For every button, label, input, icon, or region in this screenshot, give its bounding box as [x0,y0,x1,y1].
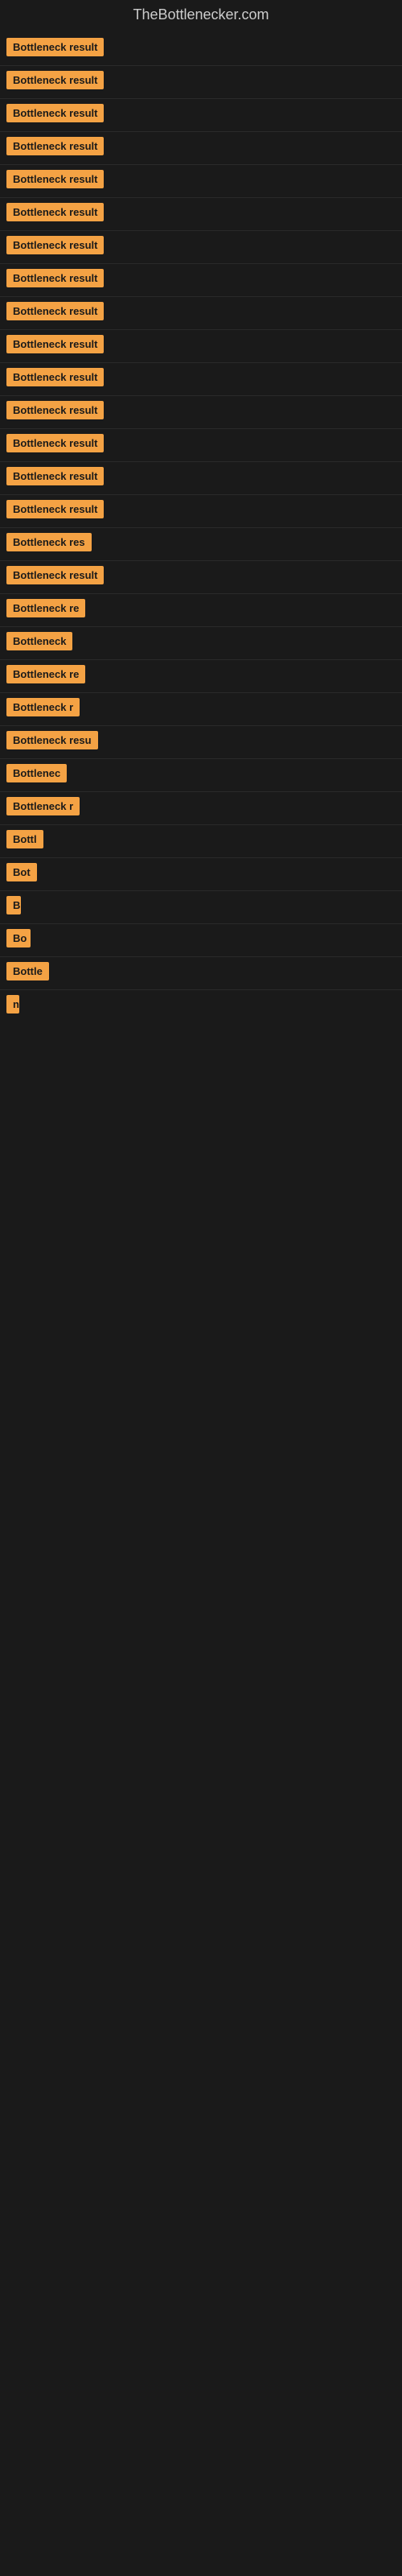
row-divider [0,263,402,264]
bottleneck-badge: Bottleneck r [6,698,80,716]
bottleneck-badge: Bottleneck [6,632,72,650]
list-item: B [6,896,396,919]
list-item: Bottleneck re [6,665,396,687]
list-item: Bottleneck result [6,467,396,489]
site-header: TheBottlenecker.com [0,0,402,27]
bottleneck-badge: Bottleneck result [6,203,104,221]
bottleneck-badge: Bottleneck res [6,533,92,551]
row-divider [0,758,402,759]
list-item: Bottleneck result [6,566,396,588]
list-item: Bottleneck result [6,302,396,324]
row-divider [0,989,402,990]
row-divider [0,527,402,528]
list-item: Bottleneck result [6,335,396,357]
bottleneck-badge: Bottl [6,830,43,848]
bottleneck-badge: Bottleneck result [6,368,104,386]
row-divider [0,593,402,594]
list-item: Bottleneck re [6,599,396,621]
bottleneck-badge: Bottleneck result [6,500,104,518]
list-item: Bottleneck result [6,71,396,93]
bottleneck-badge: Bottleneck result [6,269,104,287]
row-divider [0,65,402,66]
list-item: Bottleneck result [6,137,396,159]
row-divider [0,428,402,429]
bottleneck-badge: Bottleneck result [6,335,104,353]
bottleneck-badge: Bottleneck result [6,467,104,485]
list-item: Bottleneck result [6,269,396,291]
list-item: Bottle [6,962,396,985]
list-item: Bottleneck [6,632,396,654]
row-divider [0,164,402,165]
row-divider [0,230,402,231]
list-item: Bottleneck result [6,368,396,390]
list-item: Bottl [6,830,396,852]
row-divider [0,461,402,462]
list-item: Bottlenec [6,764,396,786]
list-item: Bottleneck result [6,170,396,192]
bottleneck-badge: Bottleneck result [6,401,104,419]
list-item: Bottleneck result [6,203,396,225]
bottleneck-badge: Bottleneck result [6,434,104,452]
row-divider [0,98,402,99]
list-item: Bottleneck result [6,236,396,258]
row-divider [0,560,402,561]
bottleneck-badge: Bottleneck result [6,71,104,89]
row-divider [0,890,402,891]
list-item: Bottleneck r [6,698,396,720]
bottleneck-badge: Bottleneck result [6,236,104,254]
row-divider [0,692,402,693]
row-divider [0,296,402,297]
bottleneck-badge: Bottleneck result [6,170,104,188]
row-divider [0,395,402,396]
bottleneck-badge: B [6,896,21,914]
bottleneck-badge: Bottleneck result [6,137,104,155]
list-item: Bot [6,863,396,886]
row-divider [0,197,402,198]
row-divider [0,362,402,363]
site-title: TheBottlenecker.com [0,0,402,27]
bottleneck-badge: Bot [6,863,37,881]
bottleneck-badge: Bottleneck result [6,38,104,56]
row-divider [0,791,402,792]
bottleneck-badge: Bottlenec [6,764,67,782]
row-divider [0,626,402,627]
row-divider [0,329,402,330]
row-divider [0,494,402,495]
bottleneck-badge: Bottleneck result [6,566,104,584]
row-divider [0,956,402,957]
bottleneck-badge: Bo [6,929,31,947]
list-item: Bottleneck result [6,401,396,423]
row-divider [0,857,402,858]
list-item: Bottleneck result [6,434,396,456]
list-item: Bottleneck r [6,797,396,819]
bottleneck-badge: Bottleneck result [6,302,104,320]
items-container: Bottleneck result Bottleneck result Bottle… [0,27,402,1029]
row-divider [0,131,402,132]
bottleneck-badge: n [6,995,19,1013]
list-item: Bottleneck result [6,38,396,60]
list-item: Bottleneck result [6,500,396,522]
list-item: Bottleneck res [6,533,396,555]
row-divider [0,659,402,660]
bottleneck-badge: Bottleneck re [6,599,85,617]
list-item: n [6,995,396,1018]
row-divider [0,923,402,924]
list-item: Bottleneck result [6,104,396,126]
bottleneck-badge: Bottleneck result [6,104,104,122]
bottleneck-badge: Bottleneck re [6,665,85,683]
bottleneck-badge: Bottleneck resu [6,731,98,749]
row-divider [0,725,402,726]
list-item: Bottleneck resu [6,731,396,753]
bottleneck-badge: Bottleneck r [6,797,80,815]
list-item: Bo [6,929,396,952]
bottleneck-badge: Bottle [6,962,49,980]
row-divider [0,824,402,825]
